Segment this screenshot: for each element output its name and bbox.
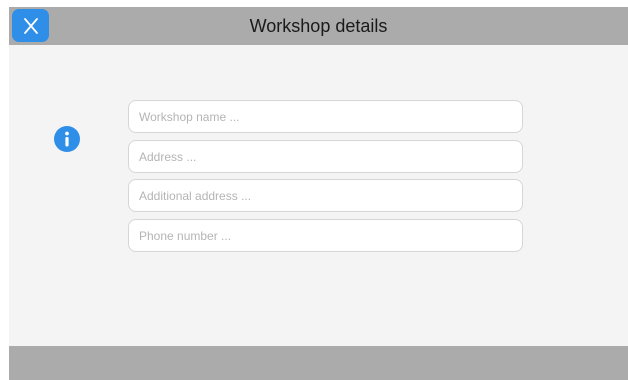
close-button[interactable] [12, 9, 49, 42]
additional-address-input[interactable] [128, 179, 523, 212]
address-input[interactable] [128, 140, 523, 173]
phone-number-input[interactable] [128, 219, 523, 252]
close-icon [23, 17, 38, 34]
workshop-name-input[interactable] [128, 100, 523, 133]
footer-bar [9, 346, 628, 380]
dialog: Workshop details [9, 7, 628, 380]
title-bar: Workshop details [9, 7, 628, 45]
page-title: Workshop details [249, 16, 388, 36]
info-icon [54, 126, 80, 152]
